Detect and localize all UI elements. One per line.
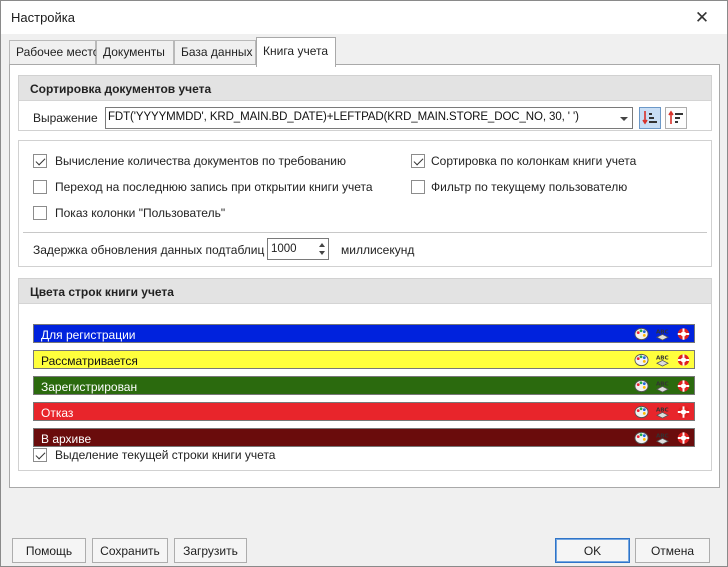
highlight-current-row-checkbox[interactable] (33, 448, 47, 462)
delay-label: Задержка обновления данных подтаблиц (33, 243, 265, 257)
spin-down-icon[interactable] (319, 251, 325, 255)
settings-dialog: Настройка ✕ Рабочее место Документы База… (0, 0, 728, 567)
reset-lifebuoy-icon[interactable] (675, 404, 691, 419)
window-title: Настройка (11, 10, 75, 25)
sort-ascending-icon (642, 111, 657, 125)
color-row-label: Зарегистрирован (41, 380, 138, 394)
ok-button[interactable]: OK (555, 538, 630, 563)
goto-last-checkbox[interactable] (33, 180, 47, 194)
sort-descending-button[interactable] (665, 107, 687, 129)
reset-lifebuoy-icon[interactable] (675, 352, 691, 367)
filter-by-user-checkbox[interactable] (411, 180, 425, 194)
cancel-button[interactable]: Отмена (635, 538, 710, 563)
color-row[interactable]: Зарегистрирован ABC (33, 376, 695, 395)
sort-by-columns-checkbox[interactable] (411, 154, 425, 168)
spin-up-icon[interactable] (319, 243, 325, 247)
sorting-group-header: Сортировка документов учета (19, 76, 711, 101)
reset-lifebuoy-icon[interactable] (675, 430, 691, 445)
color-row-label: В архиве (41, 432, 92, 446)
tab-documents[interactable]: Документы (96, 40, 174, 65)
reset-lifebuoy-icon[interactable] (675, 378, 691, 393)
sorting-group: Сортировка документов учета Выражение FD… (18, 75, 712, 131)
goto-last-label: Переход на последнюю запись при открытии… (55, 180, 373, 194)
expression-label: Выражение (33, 111, 98, 125)
tab-database[interactable]: База данных (174, 40, 256, 65)
color-row-actions: ABC (633, 378, 691, 393)
show-user-column-checkbox[interactable] (33, 206, 47, 220)
color-row-label: Для регистрации (41, 328, 136, 342)
options-group: Вычисление количества документов по треб… (18, 140, 712, 267)
expression-value: FDT('YYYYMMDD', KRD_MAIN.BD_DATE)+LEFTPA… (108, 111, 579, 123)
calc-on-demand-checkbox[interactable] (33, 154, 47, 168)
sort-descending-icon (668, 110, 683, 124)
text-color-icon[interactable]: ABC (654, 326, 670, 341)
expression-combo[interactable]: FDT('YYYYMMDD', KRD_MAIN.BD_DATE)+LEFTPA… (105, 107, 633, 129)
filter-by-user-label: Фильтр по текущему пользователю (431, 180, 628, 194)
show-user-column-label: Показ колонки "Пользователь" (55, 206, 226, 220)
color-row-label: Рассматривается (41, 354, 138, 368)
reset-lifebuoy-icon[interactable] (675, 326, 691, 341)
palette-icon[interactable] (633, 378, 649, 393)
row-colors-group-header: Цвета строк книги учета (19, 279, 711, 304)
color-row-actions: ABC (633, 404, 691, 419)
color-row-label: Отказ (41, 406, 74, 420)
close-icon[interactable]: ✕ (689, 5, 715, 31)
sort-by-columns-label: Сортировка по колонкам книги учета (431, 154, 637, 168)
palette-icon[interactable] (633, 430, 649, 445)
color-row[interactable]: Для регистрации ABC (33, 324, 695, 343)
tab-panel-ledger: Сортировка документов учета Выражение FD… (9, 64, 720, 488)
palette-icon[interactable] (633, 404, 649, 419)
color-row[interactable]: В архиве ABC (33, 428, 695, 447)
delay-spinner[interactable]: 1000 (267, 238, 329, 260)
text-color-icon[interactable]: ABC (654, 378, 670, 393)
tab-workplace[interactable]: Рабочее место (9, 40, 99, 65)
delay-value: 1000 (271, 243, 297, 255)
load-button[interactable]: Загрузить (174, 538, 247, 563)
row-colors-group: Цвета строк книги учета Для регистрации A… (18, 278, 712, 471)
chevron-down-icon[interactable] (620, 117, 628, 121)
text-color-icon[interactable]: ABC (654, 430, 670, 445)
options-separator (23, 232, 707, 233)
highlight-current-row-label: Выделение текущей строки книги учета (55, 448, 276, 462)
palette-icon[interactable] (633, 352, 649, 367)
text-color-icon[interactable]: ABC (654, 404, 670, 419)
color-row-actions: ABC (633, 352, 691, 367)
delay-unit-label: миллисекунд (341, 243, 415, 257)
palette-icon[interactable] (633, 326, 649, 341)
color-row-actions: ABC (633, 326, 691, 341)
save-button[interactable]: Сохранить (92, 538, 168, 563)
color-row[interactable]: Рассматривается ABC (33, 350, 695, 369)
text-color-icon[interactable]: ABC (654, 352, 670, 367)
tab-ledger[interactable]: Книга учета (256, 37, 336, 67)
calc-on-demand-label: Вычисление количества документов по треб… (55, 154, 346, 168)
help-button[interactable]: Помощь (12, 538, 86, 563)
title-bar: Настройка ✕ (1, 1, 727, 34)
color-row[interactable]: Отказ ABC (33, 402, 695, 421)
sort-ascending-button[interactable] (639, 107, 661, 129)
color-row-actions: ABC (633, 430, 691, 445)
